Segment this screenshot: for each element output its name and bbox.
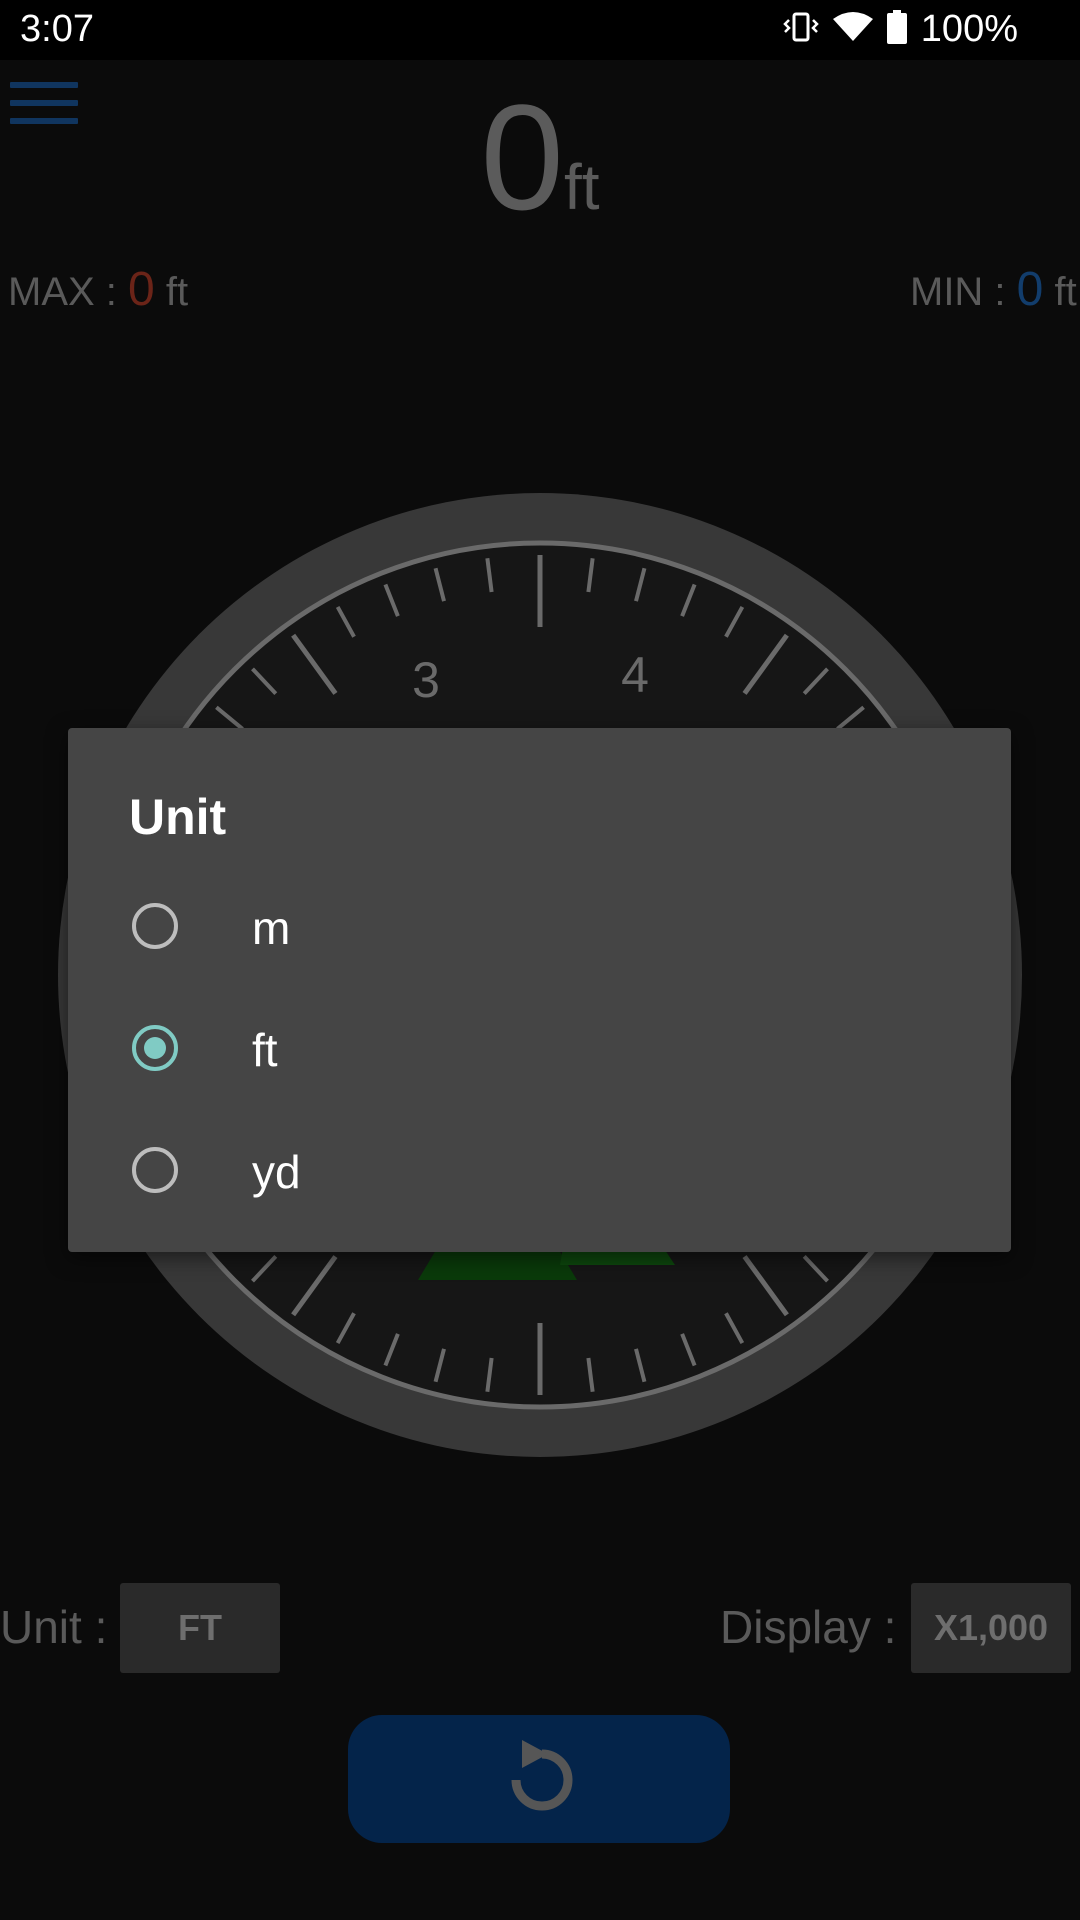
status-bar: 3:07 100% — [0, 0, 1080, 60]
radio-yd[interactable] — [132, 1147, 178, 1193]
unit-dialog: Unit m ft yd — [68, 728, 1011, 1252]
option-yd-label: yd — [252, 1146, 301, 1198]
option-m[interactable]: m — [68, 873, 1011, 983]
option-ft[interactable]: ft — [68, 995, 1011, 1105]
status-icons: 100% — [783, 8, 1018, 51]
battery-percent: 100% — [920, 8, 1018, 50]
wifi-icon — [832, 11, 873, 48]
option-yd[interactable]: yd — [68, 1117, 1011, 1227]
status-time: 3:07 — [20, 8, 94, 50]
option-ft-label: ft — [252, 1024, 278, 1076]
option-m-label: m — [252, 902, 291, 954]
dialog-title: Unit — [129, 789, 227, 845]
vibrate-icon — [783, 12, 819, 47]
radio-ft[interactable] — [132, 1025, 178, 1071]
radio-m[interactable] — [132, 903, 178, 949]
battery-icon — [886, 10, 907, 49]
